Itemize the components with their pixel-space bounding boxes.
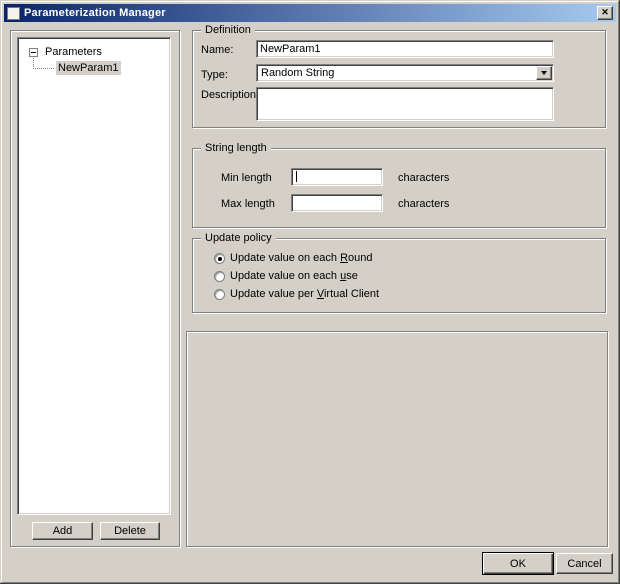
app-icon <box>7 6 20 20</box>
cancel-button-label: Cancel <box>567 557 602 570</box>
definition-group-caption: Definition <box>201 24 255 36</box>
name-label: Name: <box>201 44 234 56</box>
radio-label: Update value on each use <box>230 270 358 282</box>
max-length-label: Max length <box>221 198 275 210</box>
min-length-input[interactable] <box>291 168 383 186</box>
tree-item-newparam1[interactable]: NewParam1 <box>56 61 121 75</box>
radio-option-update-each-round[interactable]: Update value on each Round <box>214 252 373 264</box>
ok-button-label: OK <box>510 557 526 570</box>
chevron-down-icon <box>541 71 547 75</box>
type-dropdown[interactable]: Random String <box>256 64 554 82</box>
parameterization-manager-dialog: Parameterization Manager ✕ Parameters Ne… <box>0 0 620 584</box>
delete-button-label: Delete <box>114 525 146 537</box>
min-length-unit: characters <box>398 172 450 184</box>
max-length-unit: characters <box>398 198 450 210</box>
update-policy-group-caption: Update policy <box>201 232 276 244</box>
definition-group: Definition Name: Type: Random String Des… <box>192 24 606 128</box>
radio-label: Update value per Virtual Client <box>230 288 380 300</box>
type-dropdown-value: Random String <box>261 67 335 79</box>
title-bar[interactable]: Parameterization Manager ✕ <box>4 4 616 22</box>
description-label: Description <box>201 89 257 101</box>
description-input[interactable] <box>256 87 554 121</box>
update-policy-group: Update policy Update value on each Round… <box>192 232 606 313</box>
radio-option-update-per-virtual-client[interactable]: Update value per Virtual Client <box>214 288 379 300</box>
empty-panel-frame <box>186 331 608 547</box>
close-icon: ✕ <box>601 7 609 17</box>
tree-connector <box>33 68 54 69</box>
delete-button[interactable]: Delete <box>100 522 160 540</box>
type-dropdown-button[interactable] <box>536 66 552 80</box>
radio-icon <box>214 288 225 300</box>
string-length-group: String length Min length characters Max … <box>192 142 606 228</box>
parameters-tree[interactable]: Parameters NewParam1 <box>17 37 171 515</box>
type-label: Type: <box>201 69 228 81</box>
min-length-label: Min length <box>221 172 272 184</box>
max-length-input[interactable] <box>291 194 383 212</box>
radio-icon <box>214 270 225 282</box>
name-input[interactable] <box>256 40 554 58</box>
window-title: Parameterization Manager <box>24 7 166 19</box>
ok-button[interactable]: OK <box>482 552 554 575</box>
tree-item-parameters[interactable]: Parameters <box>45 46 102 58</box>
cancel-button[interactable]: Cancel <box>556 553 613 574</box>
text-caret <box>296 171 297 182</box>
add-button[interactable]: Add <box>32 522 93 540</box>
string-length-group-caption: String length <box>201 142 271 154</box>
add-button-label: Add <box>52 525 73 537</box>
tree-collapse-icon[interactable] <box>29 48 38 57</box>
radio-label: Update value on each Round <box>230 252 373 264</box>
close-button[interactable]: ✕ <box>597 6 613 20</box>
radio-option-update-each-use[interactable]: Update value on each use <box>214 270 358 282</box>
radio-icon <box>214 252 225 264</box>
